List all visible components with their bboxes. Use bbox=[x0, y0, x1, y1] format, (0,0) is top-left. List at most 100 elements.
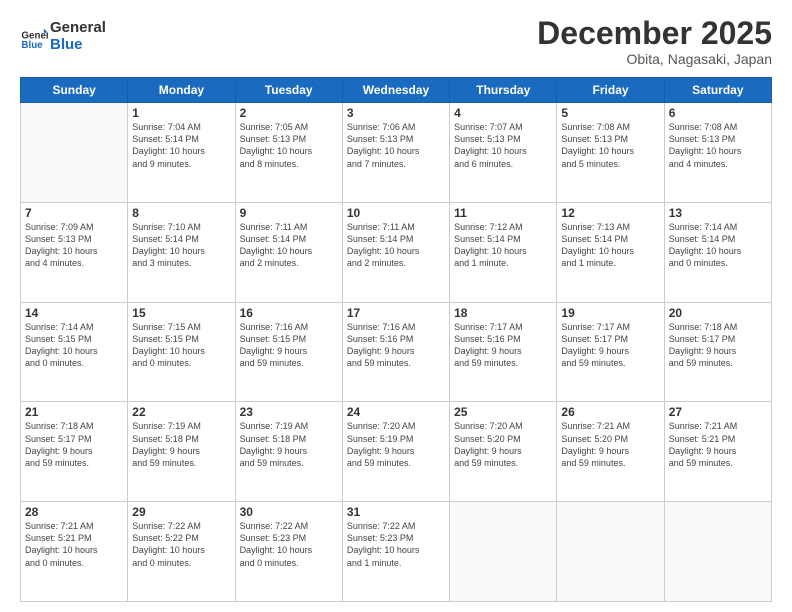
day-number: 3 bbox=[347, 106, 445, 120]
day-info: Sunrise: 7:20 AM Sunset: 5:20 PM Dayligh… bbox=[454, 420, 552, 469]
day-info: Sunrise: 7:15 AM Sunset: 5:15 PM Dayligh… bbox=[132, 321, 230, 370]
day-info: Sunrise: 7:17 AM Sunset: 5:16 PM Dayligh… bbox=[454, 321, 552, 370]
calendar-cell: 22Sunrise: 7:19 AM Sunset: 5:18 PM Dayli… bbox=[128, 402, 235, 502]
day-number: 1 bbox=[132, 106, 230, 120]
month-title: December 2025 bbox=[537, 16, 772, 51]
calendar-cell: 17Sunrise: 7:16 AM Sunset: 5:16 PM Dayli… bbox=[342, 302, 449, 402]
calendar-cell: 8Sunrise: 7:10 AM Sunset: 5:14 PM Daylig… bbox=[128, 202, 235, 302]
week-row-2: 7Sunrise: 7:09 AM Sunset: 5:13 PM Daylig… bbox=[21, 202, 772, 302]
day-info: Sunrise: 7:19 AM Sunset: 5:18 PM Dayligh… bbox=[132, 420, 230, 469]
logo-blue: Blue bbox=[50, 37, 106, 54]
day-info: Sunrise: 7:21 AM Sunset: 5:21 PM Dayligh… bbox=[25, 520, 123, 569]
day-number: 4 bbox=[454, 106, 552, 120]
day-info: Sunrise: 7:13 AM Sunset: 5:14 PM Dayligh… bbox=[561, 221, 659, 270]
calendar-cell: 21Sunrise: 7:18 AM Sunset: 5:17 PM Dayli… bbox=[21, 402, 128, 502]
calendar-cell: 24Sunrise: 7:20 AM Sunset: 5:19 PM Dayli… bbox=[342, 402, 449, 502]
day-info: Sunrise: 7:14 AM Sunset: 5:15 PM Dayligh… bbox=[25, 321, 123, 370]
day-info: Sunrise: 7:07 AM Sunset: 5:13 PM Dayligh… bbox=[454, 121, 552, 170]
day-number: 11 bbox=[454, 206, 552, 220]
day-number: 26 bbox=[561, 405, 659, 419]
day-number: 15 bbox=[132, 306, 230, 320]
title-block: December 2025 Obita, Nagasaki, Japan bbox=[537, 16, 772, 67]
calendar-cell: 14Sunrise: 7:14 AM Sunset: 5:15 PM Dayli… bbox=[21, 302, 128, 402]
calendar-cell: 23Sunrise: 7:19 AM Sunset: 5:18 PM Dayli… bbox=[235, 402, 342, 502]
day-number: 9 bbox=[240, 206, 338, 220]
day-info: Sunrise: 7:11 AM Sunset: 5:14 PM Dayligh… bbox=[240, 221, 338, 270]
day-info: Sunrise: 7:22 AM Sunset: 5:23 PM Dayligh… bbox=[347, 520, 445, 569]
calendar-cell: 13Sunrise: 7:14 AM Sunset: 5:14 PM Dayli… bbox=[664, 202, 771, 302]
calendar-cell: 11Sunrise: 7:12 AM Sunset: 5:14 PM Dayli… bbox=[450, 202, 557, 302]
day-info: Sunrise: 7:21 AM Sunset: 5:20 PM Dayligh… bbox=[561, 420, 659, 469]
day-number: 6 bbox=[669, 106, 767, 120]
day-number: 7 bbox=[25, 206, 123, 220]
calendar-cell: 1Sunrise: 7:04 AM Sunset: 5:14 PM Daylig… bbox=[128, 103, 235, 203]
day-number: 2 bbox=[240, 106, 338, 120]
day-info: Sunrise: 7:06 AM Sunset: 5:13 PM Dayligh… bbox=[347, 121, 445, 170]
day-info: Sunrise: 7:20 AM Sunset: 5:19 PM Dayligh… bbox=[347, 420, 445, 469]
day-info: Sunrise: 7:22 AM Sunset: 5:22 PM Dayligh… bbox=[132, 520, 230, 569]
day-number: 31 bbox=[347, 505, 445, 519]
day-number: 27 bbox=[669, 405, 767, 419]
calendar-cell: 27Sunrise: 7:21 AM Sunset: 5:21 PM Dayli… bbox=[664, 402, 771, 502]
header: General Blue General Blue December 2025 … bbox=[20, 16, 772, 67]
day-number: 24 bbox=[347, 405, 445, 419]
logo-icon: General Blue bbox=[20, 23, 48, 51]
calendar-cell: 20Sunrise: 7:18 AM Sunset: 5:17 PM Dayli… bbox=[664, 302, 771, 402]
calendar-cell: 12Sunrise: 7:13 AM Sunset: 5:14 PM Dayli… bbox=[557, 202, 664, 302]
day-header-sunday: Sunday bbox=[21, 78, 128, 103]
day-number: 18 bbox=[454, 306, 552, 320]
day-info: Sunrise: 7:18 AM Sunset: 5:17 PM Dayligh… bbox=[669, 321, 767, 370]
days-header-row: SundayMondayTuesdayWednesdayThursdayFrid… bbox=[21, 78, 772, 103]
calendar-cell: 3Sunrise: 7:06 AM Sunset: 5:13 PM Daylig… bbox=[342, 103, 449, 203]
calendar-cell: 28Sunrise: 7:21 AM Sunset: 5:21 PM Dayli… bbox=[21, 502, 128, 602]
day-header-monday: Monday bbox=[128, 78, 235, 103]
day-info: Sunrise: 7:04 AM Sunset: 5:14 PM Dayligh… bbox=[132, 121, 230, 170]
day-number: 13 bbox=[669, 206, 767, 220]
week-row-1: 1Sunrise: 7:04 AM Sunset: 5:14 PM Daylig… bbox=[21, 103, 772, 203]
day-info: Sunrise: 7:11 AM Sunset: 5:14 PM Dayligh… bbox=[347, 221, 445, 270]
calendar-cell bbox=[21, 103, 128, 203]
day-info: Sunrise: 7:14 AM Sunset: 5:14 PM Dayligh… bbox=[669, 221, 767, 270]
logo-general: General bbox=[50, 20, 106, 37]
day-number: 16 bbox=[240, 306, 338, 320]
calendar-cell: 19Sunrise: 7:17 AM Sunset: 5:17 PM Dayli… bbox=[557, 302, 664, 402]
day-number: 17 bbox=[347, 306, 445, 320]
day-info: Sunrise: 7:09 AM Sunset: 5:13 PM Dayligh… bbox=[25, 221, 123, 270]
day-info: Sunrise: 7:08 AM Sunset: 5:13 PM Dayligh… bbox=[561, 121, 659, 170]
day-info: Sunrise: 7:08 AM Sunset: 5:13 PM Dayligh… bbox=[669, 121, 767, 170]
day-number: 12 bbox=[561, 206, 659, 220]
day-number: 5 bbox=[561, 106, 659, 120]
calendar-cell: 18Sunrise: 7:17 AM Sunset: 5:16 PM Dayli… bbox=[450, 302, 557, 402]
day-info: Sunrise: 7:16 AM Sunset: 5:15 PM Dayligh… bbox=[240, 321, 338, 370]
day-number: 10 bbox=[347, 206, 445, 220]
calendar-cell: 29Sunrise: 7:22 AM Sunset: 5:22 PM Dayli… bbox=[128, 502, 235, 602]
day-info: Sunrise: 7:19 AM Sunset: 5:18 PM Dayligh… bbox=[240, 420, 338, 469]
calendar-cell: 16Sunrise: 7:16 AM Sunset: 5:15 PM Dayli… bbox=[235, 302, 342, 402]
week-row-5: 28Sunrise: 7:21 AM Sunset: 5:21 PM Dayli… bbox=[21, 502, 772, 602]
day-info: Sunrise: 7:18 AM Sunset: 5:17 PM Dayligh… bbox=[25, 420, 123, 469]
day-header-friday: Friday bbox=[557, 78, 664, 103]
week-row-3: 14Sunrise: 7:14 AM Sunset: 5:15 PM Dayli… bbox=[21, 302, 772, 402]
logo: General Blue General Blue bbox=[20, 20, 106, 53]
day-header-saturday: Saturday bbox=[664, 78, 771, 103]
day-info: Sunrise: 7:10 AM Sunset: 5:14 PM Dayligh… bbox=[132, 221, 230, 270]
day-info: Sunrise: 7:17 AM Sunset: 5:17 PM Dayligh… bbox=[561, 321, 659, 370]
calendar-cell: 6Sunrise: 7:08 AM Sunset: 5:13 PM Daylig… bbox=[664, 103, 771, 203]
day-number: 23 bbox=[240, 405, 338, 419]
week-row-4: 21Sunrise: 7:18 AM Sunset: 5:17 PM Dayli… bbox=[21, 402, 772, 502]
calendar-cell: 15Sunrise: 7:15 AM Sunset: 5:15 PM Dayli… bbox=[128, 302, 235, 402]
day-number: 19 bbox=[561, 306, 659, 320]
day-info: Sunrise: 7:22 AM Sunset: 5:23 PM Dayligh… bbox=[240, 520, 338, 569]
day-info: Sunrise: 7:16 AM Sunset: 5:16 PM Dayligh… bbox=[347, 321, 445, 370]
calendar-cell: 4Sunrise: 7:07 AM Sunset: 5:13 PM Daylig… bbox=[450, 103, 557, 203]
day-number: 25 bbox=[454, 405, 552, 419]
day-header-thursday: Thursday bbox=[450, 78, 557, 103]
location-subtitle: Obita, Nagasaki, Japan bbox=[537, 51, 772, 67]
day-number: 14 bbox=[25, 306, 123, 320]
calendar-cell bbox=[450, 502, 557, 602]
day-number: 21 bbox=[25, 405, 123, 419]
calendar-table: SundayMondayTuesdayWednesdayThursdayFrid… bbox=[20, 77, 772, 602]
calendar-cell: 2Sunrise: 7:05 AM Sunset: 5:13 PM Daylig… bbox=[235, 103, 342, 203]
calendar-cell: 30Sunrise: 7:22 AM Sunset: 5:23 PM Dayli… bbox=[235, 502, 342, 602]
day-number: 20 bbox=[669, 306, 767, 320]
